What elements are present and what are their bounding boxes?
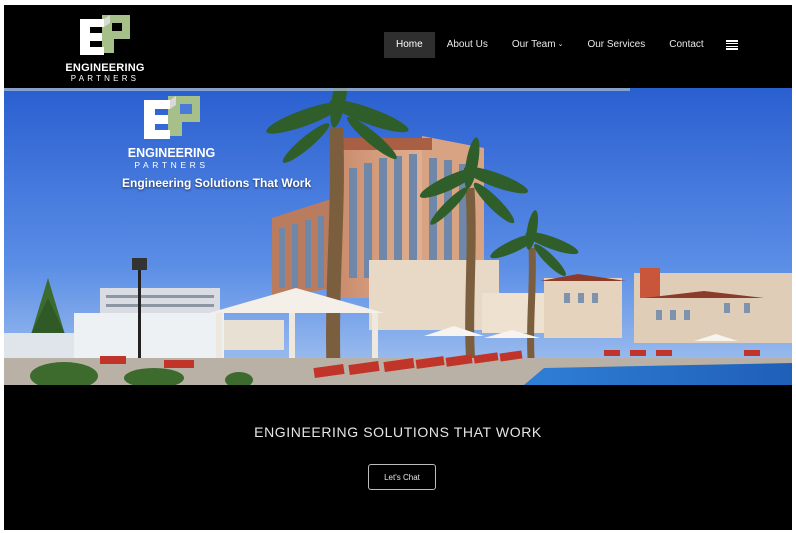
cta-heading: ENGINEERING SOLUTIONS THAT WORK — [254, 424, 542, 440]
hero-resort-image — [4, 88, 792, 385]
lets-chat-button[interactable]: Let's Chat — [368, 464, 436, 490]
hero-top-highlight — [4, 88, 630, 91]
nav-about-us[interactable]: About Us — [435, 32, 500, 58]
nav-our-team[interactable]: Our Team ⌄ — [500, 32, 576, 58]
main-nav: Home About Us Our Team ⌄ Our Services Con… — [384, 32, 738, 58]
nav-about-us-label: About Us — [446, 39, 488, 50]
hero-tagline: Engineering Solutions That Work — [122, 176, 312, 190]
hamburger-menu-icon[interactable] — [725, 40, 738, 50]
nav-our-services[interactable]: Our Services — [575, 32, 657, 58]
chevron-down-icon: ⌄ — [557, 41, 564, 48]
nav-contact-label: Contact — [669, 39, 704, 50]
nav-our-team-label: Our Team — [511, 39, 556, 50]
page-frame: ENGINEERING PARTNERS Home About Us Our T… — [4, 5, 792, 530]
site-header: ENGINEERING PARTNERS Home About Us Our T… — [4, 5, 792, 88]
nav-our-services-label: Our Services — [587, 39, 646, 50]
logo-subtitle: PARTNERS — [70, 74, 140, 83]
hero-logo-subtitle: PARTNERS — [134, 160, 209, 170]
cta-section: ENGINEERING SOLUTIONS THAT WORK Let's Ch… — [4, 385, 792, 530]
site-logo[interactable]: ENGINEERING PARTNERS — [63, 11, 153, 89]
nav-home[interactable]: Home — [384, 32, 435, 58]
nav-home-label: Home — [396, 39, 423, 50]
nav-contact[interactable]: Contact — [657, 32, 715, 58]
hero-logo: ENGINEERING PARTNERS — [124, 94, 219, 172]
logo-wordmark: ENGINEERING — [65, 62, 145, 74]
logo-mark-icon — [80, 15, 130, 55]
hero-logo-wordmark: ENGINEERING — [127, 146, 216, 160]
hero-logo-mark-icon — [144, 96, 200, 139]
hero-banner: ENGINEERING PARTNERS Engineering Solutio… — [4, 88, 792, 385]
